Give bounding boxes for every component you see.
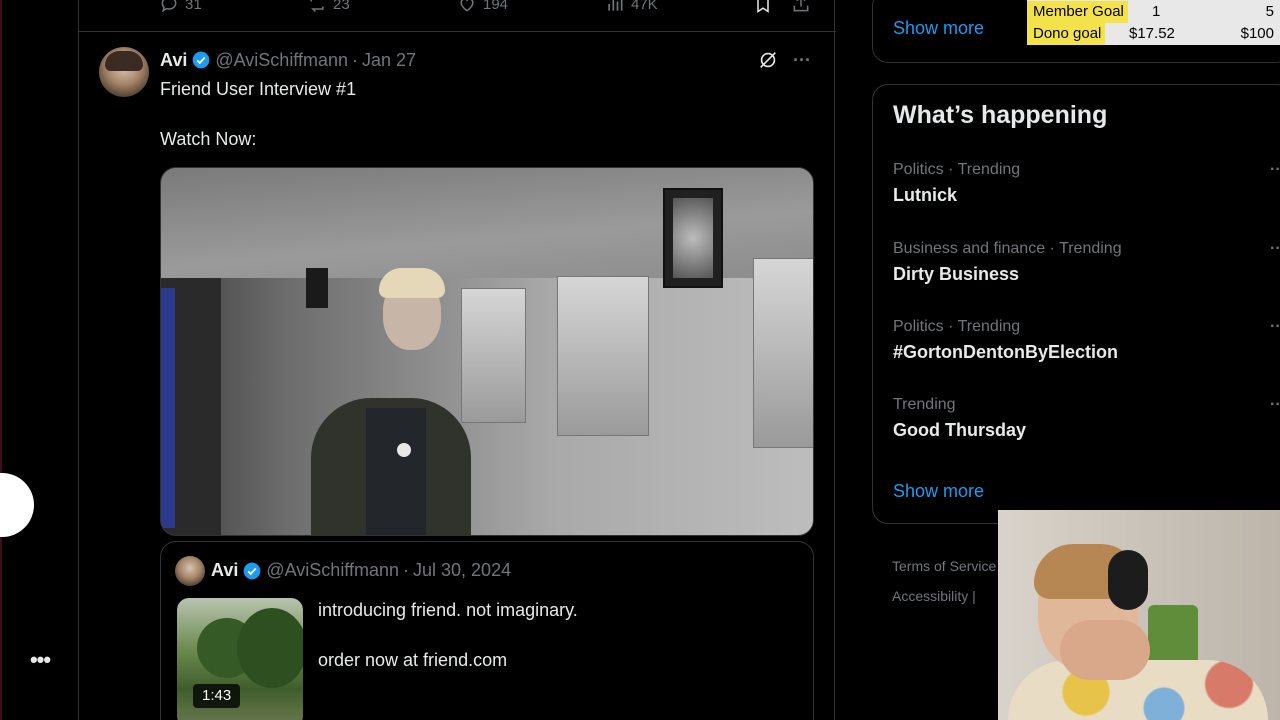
- bookmark-icon: [757, 0, 769, 13]
- dono-goal-target: $100: [1240, 25, 1274, 42]
- bookmark-button[interactable]: [753, 0, 773, 16]
- terms-link[interactable]: Terms of Service: [892, 551, 996, 581]
- tweet-text-line: Friend User Interview #1: [160, 79, 357, 99]
- show-more-link[interactable]: Show more: [893, 18, 984, 39]
- more-options-icon[interactable]: ···: [791, 49, 813, 71]
- reply-button[interactable]: 31: [159, 0, 202, 16]
- author-name[interactable]: Avi: [160, 50, 187, 71]
- analytics-icon: [608, 0, 623, 11]
- verified-badge-icon: [193, 51, 210, 69]
- more-menu-icon[interactable]: •••: [26, 646, 54, 674]
- like-button[interactable]: 194: [457, 0, 508, 16]
- trend-topic: Lutnick: [893, 185, 958, 205]
- trend-topic: #GortonDentonByElection: [893, 342, 1119, 362]
- trend-more-icon[interactable]: ···: [1270, 318, 1280, 336]
- trend-item[interactable]: Politics · Trending Lutnick ···: [893, 161, 1280, 206]
- trend-more-icon[interactable]: ···: [1270, 240, 1280, 258]
- whats-happening-card: What’s happening Politics · Trending Lut…: [872, 84, 1280, 524]
- author-handle[interactable]: @AviSchiffmann: [215, 50, 348, 71]
- trends-show-more-link[interactable]: Show more: [893, 481, 984, 502]
- grok-icon[interactable]: [757, 49, 779, 71]
- views-count: 47K: [631, 0, 658, 13]
- member-goal-label: Member Goal: [1027, 1, 1128, 23]
- dono-goal-row: Dono goal $17.52 $100: [1027, 23, 1280, 45]
- trend-meta: Business and finance · Trending: [893, 240, 1122, 257]
- member-goal-row: Member Goal 1 5: [1027, 1, 1280, 23]
- quoted-author-name[interactable]: Avi: [211, 560, 238, 581]
- trend-item[interactable]: Politics · Trending #GortonDentonByElect…: [893, 318, 1280, 363]
- quoted-tweet-date[interactable]: Jul 30, 2024: [413, 560, 511, 581]
- retweet-count: 23: [333, 0, 350, 13]
- quoted-video-thumbnail[interactable]: 1:43: [177, 598, 303, 720]
- trend-more-icon[interactable]: ···: [1270, 161, 1280, 179]
- member-goal-current: 1: [1152, 3, 1161, 20]
- tweet-date[interactable]: Jan 27: [362, 50, 416, 71]
- video-duration: 1:43: [193, 684, 241, 708]
- views-button[interactable]: 47K: [605, 0, 658, 16]
- reply-icon: [161, 0, 177, 13]
- share-icon: [793, 0, 809, 12]
- retweet-button[interactable]: 23: [307, 0, 350, 16]
- quoted-text-line: introducing friend. not imaginary.: [318, 600, 578, 620]
- retweet-icon: [310, 0, 324, 13]
- trend-topic: Dirty Business: [893, 264, 1020, 284]
- quoted-author-handle[interactable]: @AviSchiffmann: [266, 560, 399, 581]
- stream-goals-overlay: Member Goal 1 5 Dono goal $17.52 $100: [1027, 0, 1280, 45]
- left-nav: •••: [0, 0, 78, 720]
- header-separator: ·: [352, 49, 359, 70]
- trend-topic: Good Thursday: [893, 420, 1027, 440]
- trend-item[interactable]: Business and finance · Trending Dirty Bu…: [893, 240, 1280, 285]
- header-separator: ·: [403, 560, 410, 580]
- quoted-author-avatar[interactable]: [175, 556, 205, 586]
- trend-meta: Politics · Trending: [893, 318, 1021, 335]
- trend-more-icon[interactable]: ···: [1270, 396, 1280, 414]
- post-button[interactable]: [0, 473, 34, 537]
- footer-links: Terms of Service Accessibility |: [892, 551, 996, 611]
- trend-meta: Politics · Trending: [893, 161, 1021, 178]
- tweet-text: Friend User Interview #1 Watch Now:: [160, 77, 800, 177]
- webcam-overlay: [998, 510, 1280, 720]
- tweet-video[interactable]: [160, 167, 814, 536]
- quoted-tweet[interactable]: Avi @AviSchiffmann · Jul 30, 2024 1:43 i…: [160, 541, 814, 720]
- like-count: 194: [483, 0, 509, 13]
- whats-happening-title: What’s happening: [893, 101, 1108, 129]
- tweet-text-line: Watch Now:: [160, 129, 257, 149]
- quoted-tweet-text: introducing friend. not imaginary. order…: [318, 598, 798, 698]
- dono-goal-label: Dono goal: [1027, 23, 1106, 45]
- left-edge-accent: [0, 0, 2, 720]
- reply-count: 31: [185, 0, 202, 13]
- tweet-header: Avi @AviSchiffmann · Jan 27: [160, 49, 416, 71]
- member-goal-target: 5: [1265, 3, 1274, 20]
- heart-icon: [460, 0, 474, 12]
- tweet[interactable]: Avi @AviSchiffmann · Jan 27 ··· Friend U…: [79, 33, 836, 720]
- trend-item[interactable]: Trending Good Thursday ···: [893, 396, 1280, 441]
- share-button[interactable]: [791, 0, 811, 16]
- verified-badge-icon: [244, 562, 261, 579]
- quoted-text-line: order now at friend.com: [318, 650, 508, 670]
- timeline-column: 31 23 194 47K Avi @AviSchiffmann · Jan 2…: [78, 0, 836, 720]
- author-avatar[interactable]: [99, 47, 149, 97]
- quoted-tweet-header: Avi @AviSchiffmann · Jul 30, 2024: [211, 560, 511, 581]
- accessibility-link[interactable]: Accessibility |: [892, 581, 996, 611]
- dono-goal-current: $17.52: [1129, 25, 1175, 42]
- trend-meta: Trending: [893, 396, 956, 413]
- previous-tweet-action-bar: 31 23 194 47K: [79, 0, 836, 32]
